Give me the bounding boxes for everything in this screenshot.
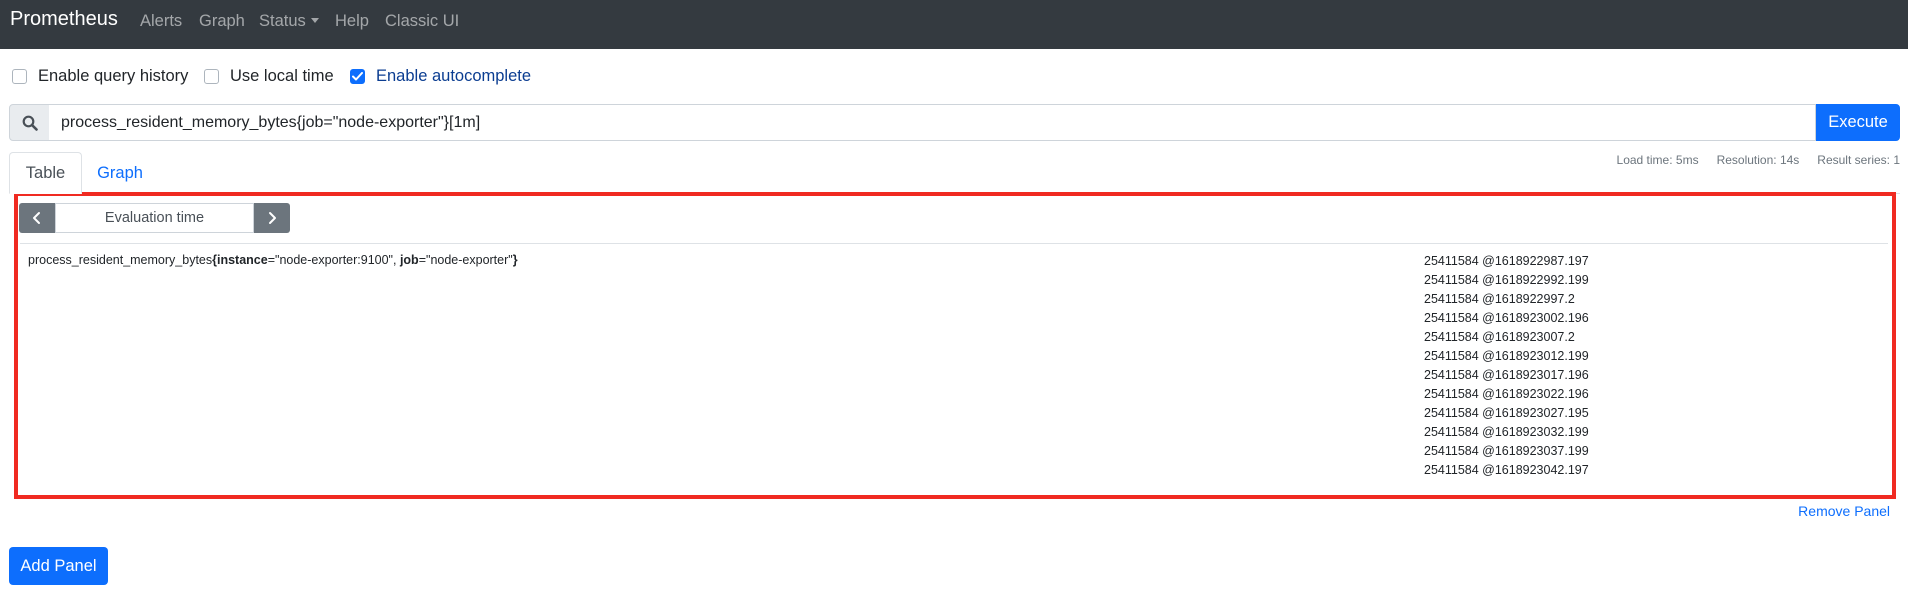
metric-name: process_resident_memory_bytes	[28, 253, 213, 267]
use-local-time-label: Use local time	[230, 66, 334, 85]
table-row-divider	[20, 243, 1888, 244]
nav-help[interactable]: Help	[335, 12, 369, 31]
sample-value: 25411584 @1618923042.197	[1424, 463, 1589, 477]
chevron-right-icon	[269, 212, 276, 224]
nav-alerts[interactable]: Alerts	[140, 12, 182, 31]
nav-status[interactable]: Status	[259, 12, 319, 31]
remove-panel-link[interactable]: Remove Panel	[1798, 503, 1890, 519]
query-bar: process_resident_memory_bytes{job="node-…	[9, 104, 1900, 141]
sample-value: 25411584 @1618922997.2	[1424, 292, 1575, 306]
search-icon	[9, 104, 50, 141]
enable-autocomplete-label: Enable autocomplete	[376, 66, 532, 85]
query-input[interactable]: process_resident_memory_bytes{job="node-…	[49, 104, 1816, 141]
sample-value: 25411584 @1618923027.195	[1424, 406, 1589, 420]
caret-down-icon	[310, 17, 319, 23]
enable-query-history-label: Enable query history	[38, 66, 189, 85]
table-panel-highlight	[14, 192, 1896, 499]
sample-value: 25411584 @1618923012.199	[1424, 349, 1589, 363]
resolution: Resolution: 14s	[1716, 153, 1800, 167]
label-value-instance: ="node-exporter:9100",	[267, 253, 400, 267]
sample-value: 25411584 @1618923017.196	[1424, 368, 1589, 382]
navbar: Prometheus Alerts Graph Status Help Clas…	[0, 0, 1908, 49]
label-value-job: ="node-exporter"	[418, 253, 513, 267]
prev-eval-button[interactable]	[19, 203, 55, 233]
enable-query-history-option[interactable]: Enable query history	[12, 66, 188, 86]
evaluation-time-control: Evaluation time	[19, 203, 290, 233]
series-values: 25411584 @1618922987.197 25411584 @16189…	[1424, 252, 1589, 480]
series-label: process_resident_memory_bytes{instance="…	[28, 253, 518, 267]
use-local-time-option[interactable]: Use local time	[204, 66, 334, 86]
sample-value: 25411584 @1618922992.199	[1424, 273, 1589, 287]
chevron-left-icon	[33, 212, 40, 224]
evaluation-time-input[interactable]: Evaluation time	[55, 203, 254, 233]
enable-query-history-checkbox[interactable]	[12, 68, 27, 84]
nav-classic-ui[interactable]: Classic UI	[385, 12, 459, 31]
close-brace: }	[512, 253, 518, 267]
sample-value: 25411584 @1618922987.197	[1424, 254, 1589, 268]
sample-value: 25411584 @1618923022.196	[1424, 387, 1589, 401]
result-series: Result series: 1	[1817, 153, 1900, 167]
next-eval-button[interactable]	[254, 203, 290, 233]
sample-value: 25411584 @1618923032.199	[1424, 425, 1589, 439]
check-icon	[352, 71, 363, 80]
tab-graph[interactable]: Graph	[82, 152, 158, 194]
brand-logo[interactable]: Prometheus	[10, 8, 118, 31]
execute-button[interactable]: Execute	[1816, 104, 1900, 141]
nav-graph[interactable]: Graph	[199, 12, 245, 31]
nav-status-label: Status	[259, 12, 306, 30]
query-stats: Load time: 5ms Resolution: 14s Result seri…	[1599, 153, 1900, 167]
sample-value: 25411584 @1618923037.199	[1424, 444, 1589, 458]
label-key-job: job	[399, 253, 419, 267]
use-local-time-checkbox[interactable]	[204, 68, 219, 84]
enable-autocomplete-option[interactable]: Enable autocomplete	[350, 66, 531, 86]
enable-autocomplete-checkbox[interactable]	[350, 68, 365, 84]
load-time: Load time: 5ms	[1616, 153, 1699, 167]
sample-value: 25411584 @1618923007.2	[1424, 330, 1575, 344]
sample-value: 25411584 @1618923002.196	[1424, 311, 1589, 325]
tab-table[interactable]: Table	[9, 152, 82, 194]
label-key-instance: instance	[217, 253, 268, 267]
add-panel-button[interactable]: Add Panel	[9, 547, 108, 585]
